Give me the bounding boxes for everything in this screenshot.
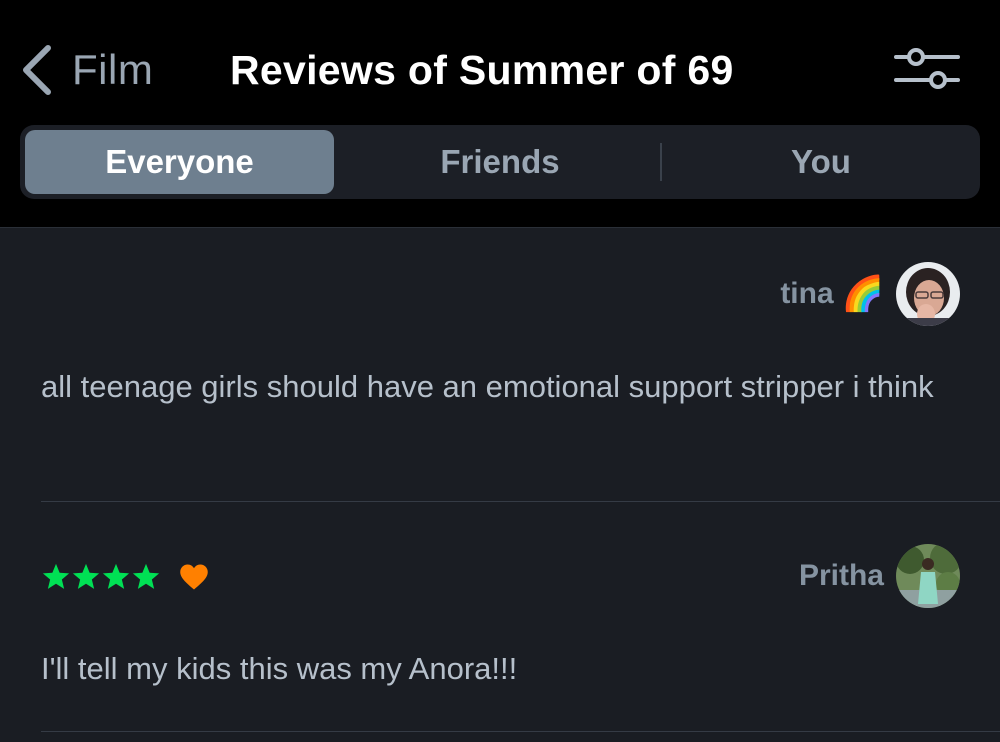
star-rating: [41, 562, 209, 597]
avatar[interactable]: [896, 544, 960, 608]
audience-segmented-control: Everyone Friends You: [20, 125, 980, 199]
review-author[interactable]: Pritha: [799, 544, 960, 608]
star-icon: [131, 562, 161, 597]
reviews-screen: Film Reviews of Summer of 69 Everyone Fr…: [0, 0, 1000, 742]
back-button[interactable]: Film: [20, 40, 153, 100]
star-icon: [101, 562, 131, 597]
username: tina: [780, 277, 834, 310]
review-author[interactable]: tina 🌈: [780, 262, 960, 326]
review-divider: [41, 731, 1000, 732]
tab-everyone[interactable]: Everyone: [25, 130, 334, 194]
star-icon: [71, 562, 101, 597]
username: Pritha: [798, 559, 884, 592]
tab-you[interactable]: You: [662, 130, 980, 194]
filter-button[interactable]: [892, 44, 962, 94]
reviews-list: tina 🌈 all teenage girls should have an …: [0, 227, 1000, 742]
avatar[interactable]: [896, 262, 960, 326]
review-item[interactable]: tina 🌈 all teenage girls should have an …: [0, 228, 1000, 502]
rainbow-icon: 🌈: [841, 274, 884, 314]
review-item[interactable]: Pritha I'll tell my kids this was my Ano…: [0, 502, 1000, 732]
tab-friends[interactable]: Friends: [340, 130, 660, 194]
nav-header: Film Reviews of Summer of 69: [0, 0, 1000, 118]
review-text: all teenage girls should have an emotion…: [41, 369, 934, 404]
page-title: Reviews of Summer of 69: [230, 46, 734, 93]
star-icon: [41, 562, 71, 597]
chevron-left-icon: [20, 44, 54, 96]
sliders-icon: [892, 48, 962, 98]
back-label: Film: [72, 46, 154, 93]
heart-icon: [179, 563, 209, 596]
review-text: I'll tell my kids this was my Anora!!!: [41, 651, 518, 686]
